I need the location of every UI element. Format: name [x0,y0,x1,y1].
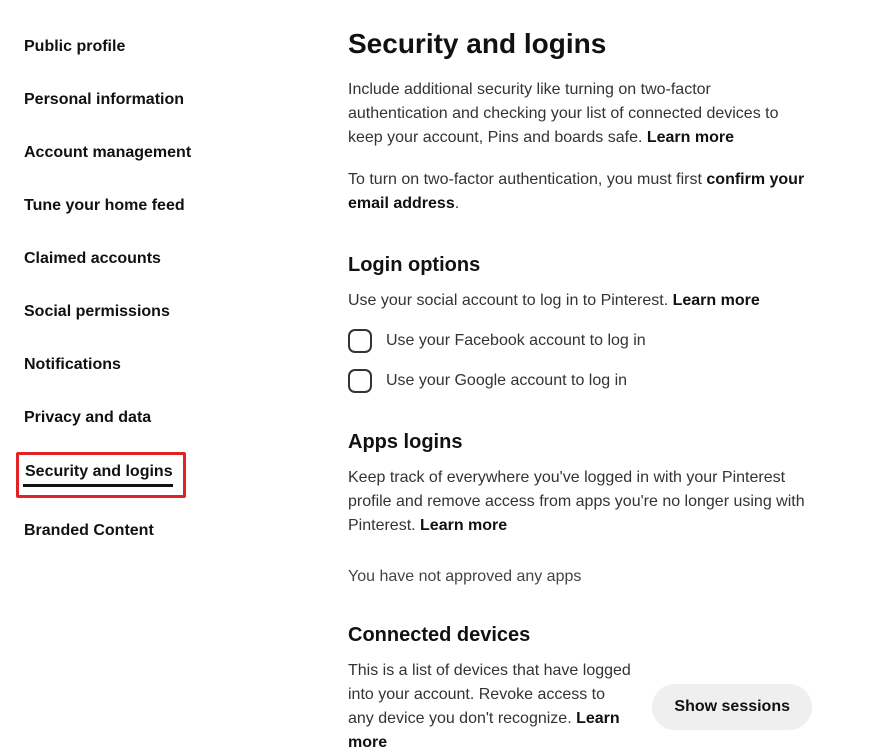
google-login-option: Use your Google account to log in [348,369,812,393]
sidebar-item-privacy-data[interactable]: Privacy and data [22,399,151,437]
sidebar-item-branded-content[interactable]: Branded Content [22,512,154,550]
facebook-login-option: Use your Facebook account to log in [348,329,812,353]
twofa-notice: To turn on two-factor authentication, yo… [348,168,812,216]
learn-more-apps-link[interactable]: Learn more [420,517,507,534]
sidebar-item-personal-information[interactable]: Personal information [22,81,184,119]
sidebar-highlight: Security and logins [16,452,186,498]
google-checkbox[interactable] [348,369,372,393]
sidebar-item-notifications[interactable]: Notifications [22,346,121,384]
learn-more-login-link[interactable]: Learn more [673,292,760,309]
facebook-checkbox-label: Use your Facebook account to log in [386,332,646,350]
apps-logins-heading: Apps logins [348,431,812,454]
page-title: Security and logins [348,28,812,60]
sidebar-item-social-permissions[interactable]: Social permissions [22,293,170,331]
login-options-description: Use your social account to log in to Pin… [348,289,812,313]
apps-logins-text: Keep track of everywhere you've logged i… [348,469,805,534]
twofa-suffix: . [455,195,459,212]
learn-more-intro-link[interactable]: Learn more [647,129,734,146]
sidebar-item-claimed-accounts[interactable]: Claimed accounts [22,240,161,278]
sidebar-item-security-logins[interactable]: Security and logins [23,461,173,487]
connected-devices-heading: Connected devices [348,624,812,647]
main-content: Security and logins Include additional s… [252,28,812,755]
google-checkbox-label: Use your Google account to log in [386,372,627,390]
twofa-prefix: To turn on two-factor authentication, yo… [348,171,706,188]
settings-sidebar: Public profile Personal information Acco… [22,28,252,755]
connected-devices-description: This is a list of devices that have logg… [348,659,632,755]
facebook-checkbox[interactable] [348,329,372,353]
login-options-text: Use your social account to log in to Pin… [348,292,673,309]
apps-logins-description: Keep track of everywhere you've logged i… [348,466,812,538]
show-sessions-button[interactable]: Show sessions [652,684,812,730]
login-options-heading: Login options [348,254,812,277]
connected-devices-row: This is a list of devices that have logg… [348,659,812,755]
intro-description: Include additional security like turning… [348,78,812,150]
sidebar-item-tune-home-feed[interactable]: Tune your home feed [22,187,185,225]
sidebar-item-account-management[interactable]: Account management [22,134,191,172]
apps-empty-state: You have not approved any apps [348,568,812,586]
sidebar-item-public-profile[interactable]: Public profile [22,28,125,66]
